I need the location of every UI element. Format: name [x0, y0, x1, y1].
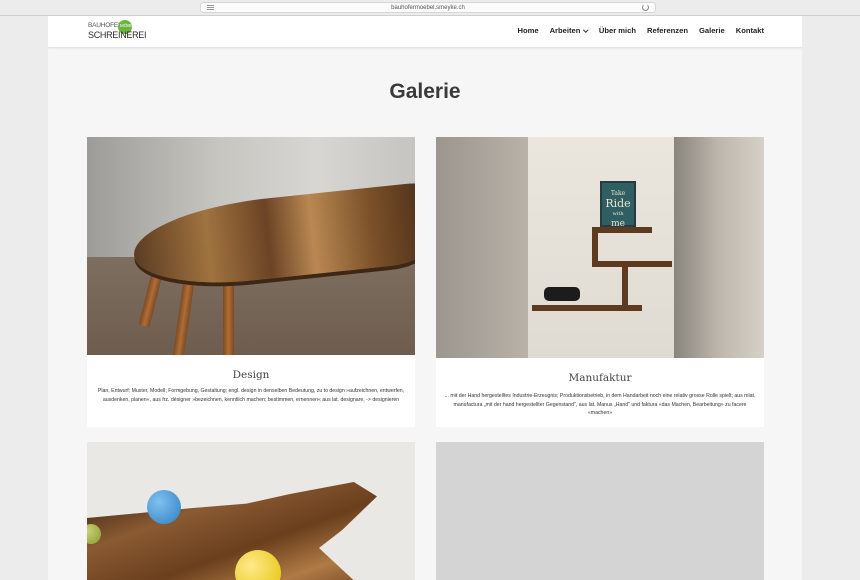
nav-kontakt-label: Kontakt	[735, 26, 764, 35]
main-nav: Home Arbeiten Über mich Referenzen Galer…	[517, 26, 764, 35]
image-wood-board	[87, 482, 377, 580]
nav-home-label: Home	[517, 26, 539, 35]
gallery-image-placeholder[interactable]	[436, 442, 764, 580]
frame-text-line: Ride	[605, 197, 631, 210]
gallery-card-title[interactable]: Manufaktur	[436, 372, 764, 384]
gallery-card-text: ... mit der Hand hergestelltes Industrie…	[444, 393, 756, 417]
shelf-board	[532, 305, 642, 311]
gallery-card-4[interactable]	[436, 442, 764, 580]
nav-arbeiten-label: Arbeiten	[549, 26, 581, 35]
gallery-image-coat-rack[interactable]	[87, 442, 415, 580]
site-header: BAUHOFER MÖBEL SCHREINEREI Home Arbeiten…	[48, 16, 802, 48]
reload-icon[interactable]	[642, 4, 649, 11]
picture-frame: Take Ride with me	[600, 181, 636, 229]
address-bar[interactable]: bauhofermoebel.smeyke.ch	[200, 2, 656, 13]
gallery-card-text: Plan, Entwurf; Muster, Modell; Formgebun…	[97, 388, 405, 403]
logo-bottom-text: SCHREINEREI	[88, 30, 147, 40]
image-wall-left	[436, 137, 528, 358]
page-background-right	[802, 16, 860, 580]
speaker-object	[544, 287, 580, 301]
logo-circle-text: MÖBEL	[120, 23, 136, 28]
frame-text-line: with	[612, 211, 624, 217]
nav-galerie-label: Galerie	[698, 26, 725, 35]
gallery-card-title[interactable]: Design	[87, 369, 415, 381]
gallery-image-shelf[interactable]: Take Ride with me	[436, 137, 764, 358]
shelf-board	[592, 261, 672, 267]
shelf-board	[592, 227, 652, 233]
nav-galerie[interactable]: Galerie	[699, 26, 725, 35]
shelf-board	[622, 261, 628, 311]
chevron-down-icon	[583, 27, 589, 32]
gallery-card-3[interactable]	[87, 442, 415, 580]
site-logo[interactable]: BAUHOFER MÖBEL SCHREINEREI	[88, 20, 147, 46]
nav-referenzen-label: Referenzen	[647, 26, 688, 35]
gallery-card-manufaktur[interactable]: Take Ride with me Manufaktur ... mit der…	[436, 137, 764, 427]
nav-home[interactable]: Home	[517, 26, 538, 35]
nav-kontakt[interactable]: Kontakt	[736, 26, 764, 35]
browser-toolbar: bauhofermoebel.smeyke.ch	[0, 0, 860, 16]
image-wall-right	[674, 137, 764, 358]
nav-referenzen[interactable]: Referenzen	[647, 26, 688, 35]
shelf-board	[592, 227, 598, 263]
nav-ueber-mich-label: Über mich	[598, 26, 637, 35]
table-leg	[223, 277, 234, 355]
address-text[interactable]: bauhofermoebel.smeyke.ch	[201, 3, 655, 13]
image-wall-center	[528, 137, 674, 358]
nav-ueber-mich[interactable]: Über mich	[599, 26, 636, 35]
frame-text: Take Ride with me	[602, 189, 634, 229]
coat-hook-ball	[147, 490, 181, 524]
page-background-left	[0, 16, 48, 580]
page-title: Galerie	[389, 80, 461, 103]
gallery-image-table[interactable]	[87, 137, 415, 355]
page-container: BAUHOFER MÖBEL SCHREINEREI Home Arbeiten…	[48, 16, 802, 580]
nav-arbeiten[interactable]: Arbeiten	[549, 26, 589, 35]
gallery-card-design[interactable]: Design Plan, Entwurf; Muster, Modell; Fo…	[87, 137, 415, 427]
